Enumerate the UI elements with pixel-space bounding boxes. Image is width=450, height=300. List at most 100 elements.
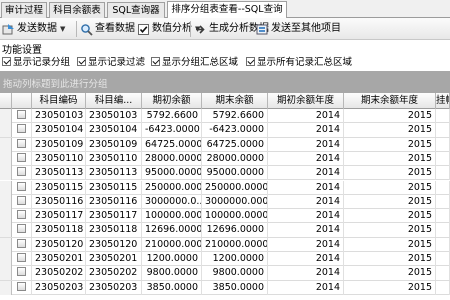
table-cell[interactable]: 28000.0000 [142, 151, 202, 166]
row-selector[interactable] [0, 123, 12, 138]
table-cell[interactable]: 2014 [268, 266, 344, 281]
table-cell[interactable]: 2015 [344, 137, 436, 152]
row-expand-cell[interactable] [12, 223, 32, 238]
group-by-panel[interactable]: 拖动列标题到此进行分组 [0, 71, 450, 93]
table-row[interactable]: 23050201 23050201 1200.0000 1200.0000 2014 20… [0, 252, 450, 267]
show-group-summary-checkbox[interactable] [151, 56, 160, 66]
table-cell-entry[interactable] [436, 151, 450, 166]
table-cell[interactable]: 12696.0000 [142, 223, 202, 238]
table-cell[interactable]: 23050117 [32, 209, 86, 224]
table-cell[interactable]: 2014 [268, 137, 344, 152]
row-selector[interactable] [0, 237, 12, 252]
row-selector[interactable] [0, 252, 12, 266]
row-expand-cell[interactable] [12, 194, 32, 209]
row-expand-cell[interactable] [12, 151, 32, 166]
table-cell[interactable]: 250000.0000 [142, 180, 202, 195]
table-cell[interactable]: 210000.0000 [202, 237, 268, 252]
table-cell[interactable]: -6423.0000 [142, 123, 202, 138]
table-cell[interactable]: 23050118 [32, 223, 86, 238]
table-cell[interactable]: 2015 [344, 194, 436, 209]
table-cell[interactable]: 23050103 [86, 109, 142, 123]
option-show-filter[interactable]: 显示记录过滤 [77, 54, 145, 68]
table-cell[interactable]: 23050110 [32, 151, 86, 166]
table-row[interactable]: 23050109 23050109 64725.0000 64725.0000 2014… [0, 137, 450, 152]
send-data-button[interactable]: 发送数据 ▼ [2, 21, 65, 37]
row-expand-cell[interactable] [12, 123, 32, 138]
row-expand-cell[interactable] [12, 166, 32, 181]
table-cell[interactable]: 2014 [268, 123, 344, 138]
table-cell[interactable]: 2015 [344, 209, 436, 224]
table-cell[interactable]: 2015 [344, 266, 436, 281]
table-row[interactable]: 23050203 23050203 3850.0000 3850.0000 2014 20… [0, 280, 450, 295]
col-header-account-name[interactable]: 科目编... [86, 93, 142, 109]
row-selector[interactable] [0, 280, 12, 295]
table-cell[interactable]: 250000.0000 [202, 180, 268, 195]
table-cell[interactable]: 3000000.0... [142, 194, 202, 209]
table-cell[interactable]: 23050116 [86, 194, 142, 209]
table-row[interactable]: 2305012023050120210000.0000210000.000020… [0, 237, 450, 252]
table-cell-entry[interactable] [436, 209, 450, 224]
row-expand-cell[interactable] [12, 280, 32, 295]
option-show-all-summary[interactable]: 显示所有记录汇总区域 [246, 54, 352, 68]
table-cell[interactable]: 28000.0000 [202, 151, 268, 166]
table-cell-entry[interactable] [436, 123, 450, 138]
row-selector[interactable] [0, 223, 12, 238]
table-cell[interactable]: 23050203 [32, 280, 86, 295]
table-cell[interactable]: 95000.0000 [202, 166, 268, 181]
table-cell[interactable]: 210000.0000 [142, 237, 202, 252]
table-cell[interactable]: 23050120 [86, 237, 142, 252]
table-cell[interactable]: 2015 [344, 237, 436, 252]
table-cell[interactable]: 23050110 [86, 151, 142, 166]
table-cell[interactable]: 23050103 [32, 109, 86, 123]
table-cell[interactable]: 2014 [268, 223, 344, 238]
col-header-account-code[interactable]: 科目编码 [32, 93, 86, 109]
table-cell[interactable]: 9800.0000 [142, 266, 202, 281]
col-header-entry[interactable]: 挂帐 [436, 93, 450, 109]
show-grouping-checkbox[interactable] [2, 56, 11, 66]
col-header-closing-year[interactable]: 期末余额年度 [344, 93, 436, 109]
table-cell-entry[interactable] [436, 280, 450, 295]
table-cell[interactable]: 95000.0000 [142, 166, 202, 181]
table-cell[interactable]: 23050109 [86, 137, 142, 152]
table-cell[interactable]: 2014 [268, 166, 344, 181]
table-cell-entry[interactable] [436, 166, 450, 181]
row-selector[interactable] [0, 137, 12, 152]
table-cell[interactable]: 2014 [268, 109, 344, 123]
col-header-closing-balance[interactable]: 期末余额 [202, 93, 268, 109]
row-selector[interactable] [0, 209, 12, 224]
table-cell[interactable]: 2015 [344, 109, 436, 123]
table-cell-entry[interactable] [436, 237, 450, 252]
table-cell[interactable]: 23050202 [86, 266, 142, 281]
send-to-other-project-button[interactable]: 发送至其他项目 [256, 21, 341, 37]
table-cell[interactable]: 100000.0000 [142, 209, 202, 224]
table-cell[interactable]: 23050117 [86, 209, 142, 224]
row-expand-cell[interactable] [12, 237, 32, 252]
table-cell[interactable]: 3850.0000 [202, 280, 268, 295]
row-expand-cell[interactable] [12, 137, 32, 152]
option-show-grouping[interactable]: 显示记录分组 [2, 54, 70, 68]
show-all-summary-checkbox[interactable] [246, 56, 255, 66]
table-row[interactable]: 2305011523050115250000.0000250000.000020… [0, 180, 450, 195]
table-cell[interactable]: 2015 [344, 223, 436, 238]
tab-sort-group-view[interactable]: 排序分组表查看--SQL查询器 [167, 1, 287, 30]
table-cell[interactable]: 23050118 [86, 223, 142, 238]
table-cell[interactable]: 23050202 [32, 266, 86, 281]
table-cell[interactable]: 1200.0000 [142, 252, 202, 266]
table-cell[interactable]: 23050104 [86, 123, 142, 138]
table-cell-entry[interactable] [436, 194, 450, 209]
table-cell[interactable]: 23050203 [86, 280, 142, 295]
table-cell[interactable]: 2015 [344, 123, 436, 138]
table-cell[interactable]: 23050104 [32, 123, 86, 138]
table-cell[interactable]: 12696.0000 [202, 223, 268, 238]
col-header-opening-year[interactable]: 期初余额年度 [268, 93, 344, 109]
table-row[interactable]: 23050113 23050113 95000.0000 95000.0000 2014… [0, 166, 450, 181]
table-cell[interactable]: 5792.6600 [202, 109, 268, 123]
table-cell[interactable]: 2014 [268, 209, 344, 224]
table-cell[interactable]: 2015 [344, 252, 436, 266]
table-cell[interactable]: 23050113 [86, 166, 142, 181]
table-cell[interactable]: 23050201 [86, 252, 142, 266]
table-cell[interactable]: 23050115 [32, 180, 86, 195]
tab-sql-query[interactable]: SQL查询器 [107, 2, 165, 18]
table-cell[interactable]: 23050113 [32, 166, 86, 181]
row-selector[interactable] [0, 166, 12, 181]
